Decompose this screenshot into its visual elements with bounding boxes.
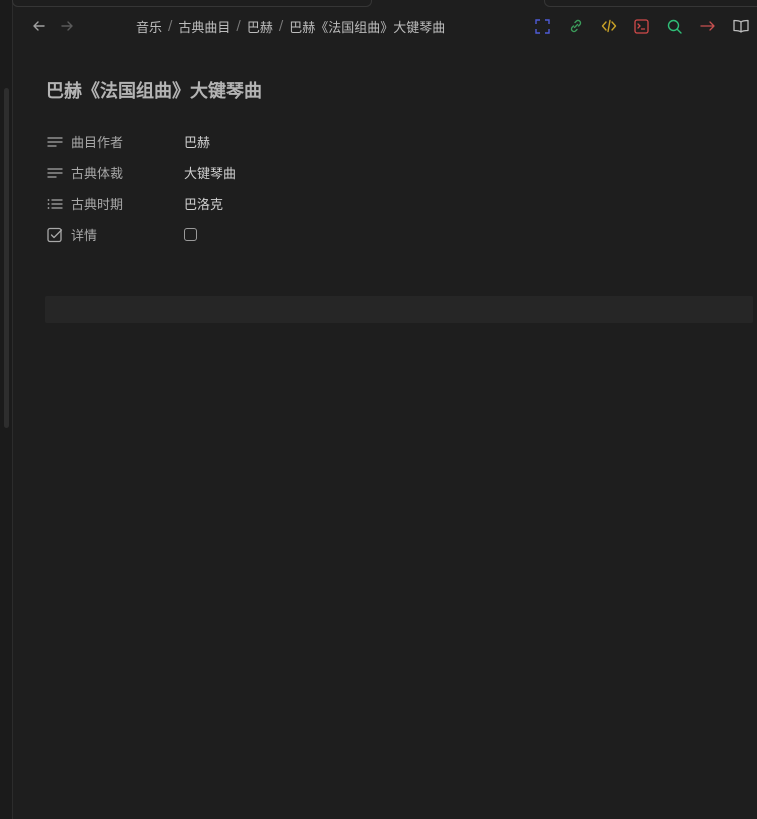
reading-mode-icon [732,19,749,33]
code-icon [601,19,616,33]
property-key[interactable]: 详情 [71,225,184,244]
terminal-button[interactable] [625,13,658,39]
search-button[interactable] [658,13,691,39]
arrow-right-icon [699,21,715,31]
list-icon [46,195,63,212]
text-lines-icon [46,133,63,150]
tab-edge-left [12,0,372,7]
text-lines-icon [46,164,63,181]
reading-mode-button[interactable] [724,13,757,39]
tab-edge-right [544,0,757,7]
arrow-right-icon [61,21,73,31]
breadcrumb-item-classical[interactable]: 古典曲目 [178,17,230,36]
back-button[interactable] [26,13,52,39]
breadcrumb-separator: / [168,18,173,34]
view-header: 音乐 / 古典曲目 / 巴赫 / 巴赫《法国组曲》大键琴曲 [13,8,757,44]
property-row[interactable]: 古典时期 巴洛克 [46,188,746,219]
property-value[interactable]: 巴赫 [184,132,210,151]
fullscreen-icon [535,18,550,34]
property-key[interactable]: 古典时期 [71,194,184,213]
checkbox-icon [46,226,63,243]
breadcrumb-item-bach[interactable]: 巴赫 [247,17,273,36]
property-key[interactable]: 曲目作者 [71,132,184,151]
terminal-icon [634,18,649,34]
search-icon [667,19,682,34]
fullscreen-button[interactable] [526,13,559,39]
property-value[interactable]: 巴洛克 [184,194,223,213]
breadcrumb-separator: / [236,18,241,34]
property-row[interactable]: 详情 [46,219,746,250]
navigate-button[interactable] [691,13,724,39]
details-checkbox[interactable] [184,228,197,241]
sidebar-scrollbar[interactable] [4,88,9,428]
source-mode-button[interactable] [592,13,625,39]
property-row[interactable]: 曲目作者 巴赫 [46,126,746,157]
breadcrumb-item-music[interactable]: 音乐 [136,17,162,36]
view-actions-toolbar [526,8,757,44]
breadcrumb-item-current[interactable]: 巴赫《法国组曲》大键琴曲 [289,17,445,36]
breadcrumb: 音乐 / 古典曲目 / 巴赫 / 巴赫《法国组曲》大键琴曲 [136,8,445,44]
property-value[interactable]: 大键琴曲 [184,163,236,182]
link-icon [570,19,581,33]
content-block[interactable] [45,296,753,323]
forward-button[interactable] [54,13,80,39]
link-button[interactable] [559,13,592,39]
arrow-left-icon [33,21,45,31]
page-title[interactable]: 巴赫《法国组曲》大键琴曲 [46,77,262,103]
app-window: 音乐 / 古典曲目 / 巴赫 / 巴赫《法国组曲》大键琴曲 巴赫《法国组曲》大键… [0,0,757,819]
property-row[interactable]: 古典体裁 大键琴曲 [46,157,746,188]
breadcrumb-separator: / [278,18,284,34]
properties-panel: 曲目作者 巴赫 古典体裁 大键琴曲 古典时期 巴洛克 详情 [46,126,746,250]
property-key[interactable]: 古典体裁 [71,163,184,182]
